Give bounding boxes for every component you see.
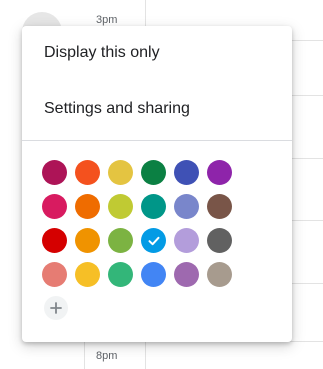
color-swatch[interactable] <box>174 228 199 253</box>
color-swatch[interactable] <box>75 160 100 185</box>
plus-icon <box>50 302 62 314</box>
color-swatch[interactable] <box>174 160 199 185</box>
color-swatch[interactable] <box>75 194 100 219</box>
color-swatch[interactable] <box>42 194 67 219</box>
color-swatch[interactable] <box>141 160 166 185</box>
calendar-grid-line <box>84 340 85 369</box>
color-swatch[interactable] <box>75 262 100 287</box>
menu-item-label: Display this only <box>44 44 160 61</box>
color-swatch[interactable] <box>42 262 67 287</box>
color-swatch[interactable] <box>42 228 67 253</box>
color-swatch[interactable] <box>141 228 166 253</box>
color-swatch[interactable] <box>174 262 199 287</box>
add-custom-color-button[interactable] <box>44 296 68 320</box>
color-swatch[interactable] <box>207 160 232 185</box>
color-swatch[interactable] <box>141 262 166 287</box>
menu-item-display-this-only[interactable]: Display this only <box>22 29 292 77</box>
calendar-options-menu: Display this only Settings and sharing <box>22 26 292 342</box>
color-swatch[interactable] <box>108 160 133 185</box>
time-label-bottom: 8pm <box>96 350 118 362</box>
color-swatch[interactable] <box>108 262 133 287</box>
menu-divider <box>22 140 292 141</box>
color-swatch[interactable] <box>141 194 166 219</box>
color-swatch[interactable] <box>207 228 232 253</box>
color-swatch[interactable] <box>108 194 133 219</box>
color-swatch[interactable] <box>75 228 100 253</box>
menu-item-label: Settings and sharing <box>44 100 190 117</box>
color-swatch[interactable] <box>108 228 133 253</box>
color-swatch[interactable] <box>174 194 199 219</box>
color-swatch[interactable] <box>207 262 232 287</box>
time-label-top: 3pm <box>96 14 118 26</box>
color-palette <box>42 160 232 287</box>
color-swatch[interactable] <box>207 194 232 219</box>
color-swatch[interactable] <box>42 160 67 185</box>
check-icon <box>148 236 159 245</box>
menu-item-settings-and-sharing[interactable]: Settings and sharing <box>22 85 292 133</box>
